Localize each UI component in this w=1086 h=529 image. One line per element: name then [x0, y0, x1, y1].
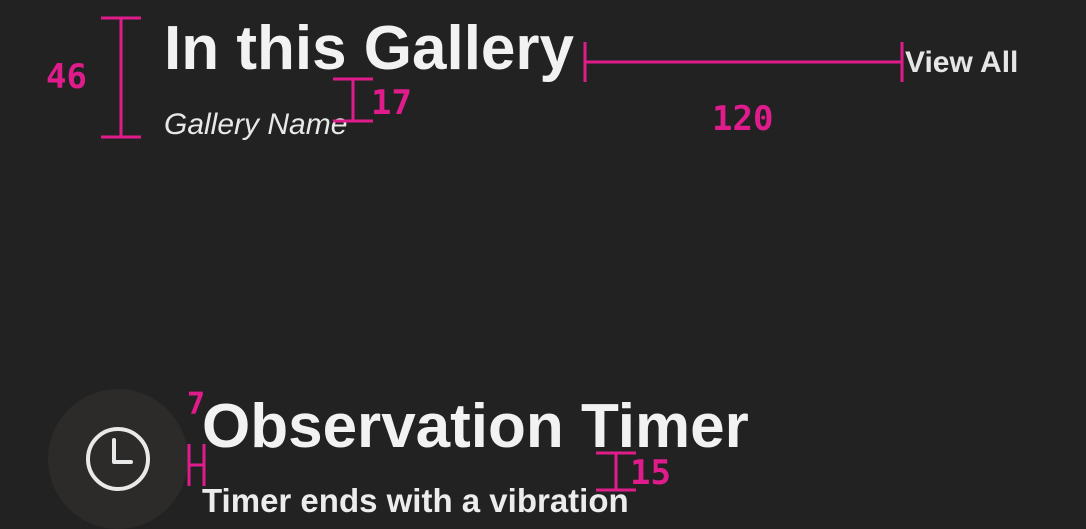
- redline-header-height: [101, 16, 141, 139]
- redline-label-title-name-gap: 17: [371, 83, 412, 123]
- redline-title-name-gap: [333, 77, 373, 123]
- redline-label-icon-title-gap: 7: [187, 387, 206, 422]
- redline-label-title-viewall-gap: 120: [712, 99, 774, 139]
- redline-title-viewall-gap: [583, 42, 904, 82]
- redline-label-header-height: 46: [46, 57, 87, 97]
- redline-icon-title-gap: [187, 444, 206, 486]
- redline-label-title-subtitle-gap: 15: [630, 453, 671, 493]
- redline-overlay: [101, 16, 904, 492]
